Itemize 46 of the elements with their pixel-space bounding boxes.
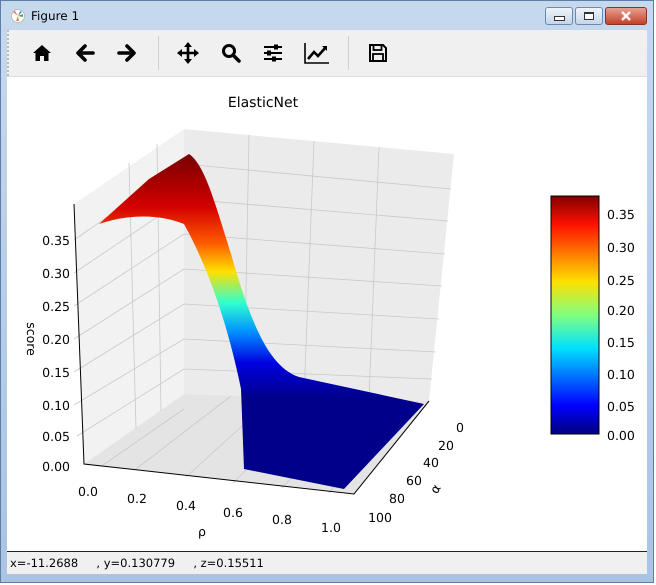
z-tick-label: 0.00 xyxy=(42,459,70,474)
arrow-right-icon xyxy=(117,44,137,62)
close-button[interactable] xyxy=(605,6,647,24)
cursor-coordinates: x=-11.2688 , y=0.130779 , z=0.15511 xyxy=(9,556,264,570)
colorbar-tick-label: 0.30 xyxy=(607,240,635,255)
x-tick-label: 0.8 xyxy=(272,512,292,527)
colorbar-tick-label: 0.10 xyxy=(607,367,635,382)
z-tick-label: 0.35 xyxy=(42,233,70,248)
arrow-left-icon xyxy=(75,44,95,62)
colorbar-tick-label: 0.15 xyxy=(607,335,635,350)
move-arrows-icon xyxy=(177,42,199,64)
y-tick-label: 40 xyxy=(423,455,439,470)
colorbar-tick-label: 0.20 xyxy=(607,303,635,318)
x-tick-label: 0.2 xyxy=(127,491,147,506)
colorbar-tick-label: 0.25 xyxy=(607,273,635,288)
x-tick-label: 0.4 xyxy=(176,498,196,513)
window-title: Figure 1 xyxy=(31,8,80,22)
y-tick-label: 0 xyxy=(456,420,464,435)
z-tick-label: 0.30 xyxy=(42,266,70,281)
colorbar-tick-label: 0.00 xyxy=(607,428,635,443)
app-icon xyxy=(11,8,25,22)
sliders-icon xyxy=(263,43,283,63)
colorbar-tick-label: 0.35 xyxy=(607,207,635,222)
plot-title: ElasticNet xyxy=(228,95,298,111)
y-tick-label: 20 xyxy=(438,438,454,453)
z-tick-label: 0.10 xyxy=(42,398,70,413)
z-tick-label: 0.20 xyxy=(42,332,70,347)
maximize-button[interactable] xyxy=(575,6,603,24)
colorbar-tick-label: 0.05 xyxy=(607,399,635,414)
x-axis-label: ρ xyxy=(198,524,206,539)
y-tick-label: 60 xyxy=(406,473,422,488)
line-chart-icon xyxy=(304,42,330,64)
search-icon xyxy=(221,43,241,63)
z-tick-label: 0.05 xyxy=(42,429,70,444)
close-icon xyxy=(620,10,632,20)
x-tick-label: 1.0 xyxy=(321,520,341,535)
y-axis-label: α xyxy=(426,481,444,496)
z-tick-label: 0.15 xyxy=(42,365,70,380)
x-tick-label: 0.6 xyxy=(223,505,243,520)
home-icon xyxy=(32,44,52,62)
z-axis-label: score xyxy=(24,322,39,356)
y-tick-label: 80 xyxy=(389,491,405,506)
x-tick-label: 0.0 xyxy=(78,484,98,499)
minimize-button[interactable] xyxy=(545,6,573,24)
z-tick-label: 0.25 xyxy=(42,299,70,314)
y-tick-label: 100 xyxy=(368,510,392,525)
